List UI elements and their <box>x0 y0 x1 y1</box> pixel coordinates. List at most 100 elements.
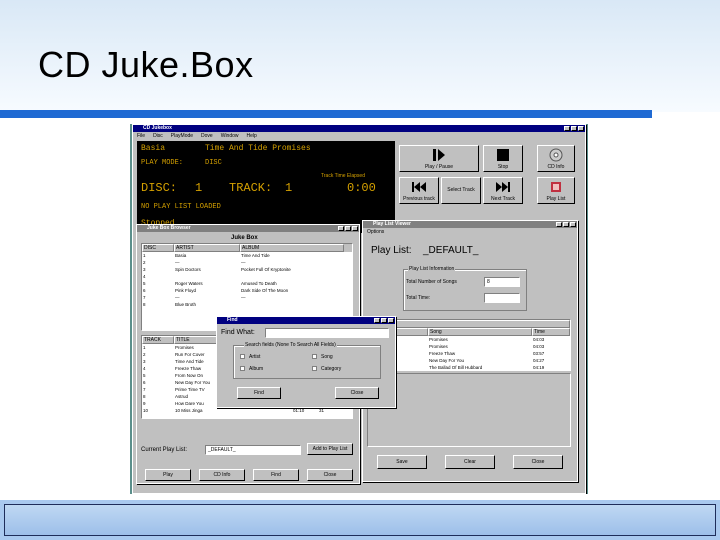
disc-row-cell: 1 <box>143 253 146 258</box>
col-info[interactable]: Information <box>368 320 570 328</box>
stop-button[interactable]: Stop <box>483 145 523 172</box>
play-list-button[interactable]: Play List <box>537 177 575 204</box>
browser-cd-info-button[interactable]: CD Info <box>199 469 245 481</box>
browser-minimize-button[interactable] <box>338 226 344 231</box>
title-underline <box>0 110 652 118</box>
find-close-btn[interactable]: Close <box>335 387 379 399</box>
disc-row[interactable]: 5 Roger Waters Amused To Death <box>142 280 352 287</box>
playlist-clear-button[interactable]: Clear <box>445 455 495 469</box>
lcd-artist: Basia <box>141 144 166 153</box>
browser-play-button[interactable]: Play <box>145 469 191 481</box>
artist-checkbox[interactable]: Artist <box>240 354 260 360</box>
browser-maximize-button[interactable] <box>345 226 351 231</box>
close-button[interactable] <box>578 126 584 131</box>
track-row-cell: 5 <box>143 373 146 378</box>
find-button[interactable]: Find <box>237 387 281 399</box>
category-checkbox[interactable]: Category <box>312 366 341 372</box>
album-check-box[interactable] <box>240 366 245 372</box>
menu-help[interactable]: Help <box>247 133 257 139</box>
playlist-row-cell: 04:03 <box>533 337 545 342</box>
disc-row[interactable]: 8 Blue Broth <box>142 301 352 308</box>
disc-row[interactable]: 2 — — <box>142 259 352 266</box>
stop-icon <box>497 149 509 161</box>
playlist-close-button[interactable] <box>570 222 576 227</box>
browser-titlebar[interactable]: Juke Box Browser <box>137 225 359 232</box>
playlist-save-button[interactable]: Save <box>377 455 427 469</box>
menu-disc[interactable]: Disc <box>153 133 163 139</box>
play-pause-button[interactable]: Play / Pause <box>399 145 479 172</box>
browser-heading: Juke Box <box>231 235 258 241</box>
find-title: Find <box>227 317 238 323</box>
disc-row[interactable]: 3 Spin Doctors Pocket Full Of Kryptonite <box>142 266 352 273</box>
menu-window[interactable]: Window <box>221 133 239 139</box>
menu-options[interactable]: Options <box>367 229 384 235</box>
disc-row-cell: 4 <box>143 274 146 279</box>
select-track-button[interactable]: Select Track <box>441 177 481 204</box>
track-row[interactable]: 10 10 Miss Jinga 01:10 31 <box>142 407 352 414</box>
playlist-row[interactable]: And TidePromises04:03 <box>368 343 570 350</box>
artist-check-box[interactable] <box>240 354 245 360</box>
find-minimize-button[interactable] <box>374 318 380 323</box>
total-songs-value: 8 <box>487 279 490 285</box>
maximize-button[interactable] <box>571 126 577 131</box>
minimize-button[interactable] <box>564 126 570 131</box>
menu-file[interactable]: File <box>137 133 145 139</box>
song-checkbox-label: Song <box>321 354 333 360</box>
playlist-heading: Play List: <box>371 245 412 256</box>
fast-forward-icon <box>496 182 510 192</box>
playlist-icon <box>551 182 561 192</box>
playlist-close-btn[interactable]: Close <box>513 455 563 469</box>
search-fields-label: Search fields (None To Search All Fields… <box>244 342 337 348</box>
previous-track-button[interactable]: Previous track <box>399 177 439 204</box>
disc-row[interactable]: 7 — — <box>142 294 352 301</box>
find-what-input[interactable] <box>265 328 389 338</box>
category-check-box[interactable] <box>312 366 317 372</box>
col-song[interactable]: Song <box>428 328 532 336</box>
cd-info-button[interactable]: CD Info <box>537 145 575 172</box>
playlist-title: Play List Viewer <box>373 221 411 227</box>
disc-row[interactable]: 1 Basia Time And Tide <box>142 252 352 259</box>
play-pause-label: Play / Pause <box>424 164 454 170</box>
playlist-row[interactable]: And TidePromises04:03 <box>368 336 570 343</box>
find-maximize-button[interactable] <box>381 318 387 323</box>
playlist-row[interactable]: And TideFreeze Thaw03:57 <box>368 350 570 357</box>
slide-footer <box>0 500 720 540</box>
playlist-row[interactable]: sed To DeathThe Ballad Of Bill Hubbard04… <box>368 364 570 371</box>
add-to-playlist-button[interactable]: Add to Play List <box>307 443 353 455</box>
menu-playmode[interactable]: PlayMode <box>171 133 193 139</box>
disc-row-cell: Pink Floyd <box>175 288 197 293</box>
playlist-maximize-button[interactable] <box>563 222 569 227</box>
find-button-label: Find <box>254 390 264 396</box>
disc-row[interactable]: 4 <box>142 273 352 280</box>
browser-close-button[interactable] <box>352 226 358 231</box>
browser-close-btn[interactable]: Close <box>307 469 353 481</box>
find-close-button[interactable] <box>388 318 394 323</box>
playlist-menubar: Options <box>363 228 577 235</box>
track-row-cell: 3 <box>143 359 146 364</box>
col-album[interactable]: ALBUM <box>240 244 344 252</box>
disc-row-cell: — <box>175 295 180 300</box>
col-artist[interactable]: ARTIST <box>174 244 240 252</box>
lcd-status-playlist: NO PLAY LIST LOADED <box>141 203 221 211</box>
next-track-button[interactable]: Next Track <box>483 177 523 204</box>
playlist-titlebar[interactable]: Play List Viewer <box>363 221 577 228</box>
find-titlebar[interactable]: Find <box>217 317 395 324</box>
browser-cd-info-label: CD Info <box>213 472 231 478</box>
playlist-row-cell: The Ballad Of Bill Hubbard <box>429 365 483 370</box>
song-check-box[interactable] <box>312 354 317 360</box>
browser-find-button[interactable]: Find <box>253 469 299 481</box>
playlist-minimize-button[interactable] <box>556 222 562 227</box>
col-time[interactable]: Time <box>532 328 570 336</box>
playlist-row[interactable]: And TideNew Day For You04:27 <box>368 357 570 364</box>
disc-row[interactable]: 6 Pink Floyd Dark Side Of The Moon <box>142 287 352 294</box>
total-time-field <box>484 293 520 303</box>
menu-dove[interactable]: Dove <box>201 133 213 139</box>
col-track[interactable]: TRACK <box>142 336 174 344</box>
song-checkbox[interactable]: Song <box>312 354 333 360</box>
find-dialog: Find Find What: Search fields (None To S… <box>216 316 396 408</box>
track-row-cell: 01:10 <box>293 408 305 413</box>
current-playlist-select[interactable]: _DEFAULT_ <box>205 445 301 455</box>
main-window-titlebar[interactable]: CD Jukebox <box>133 125 585 132</box>
album-checkbox[interactable]: Album <box>240 366 263 372</box>
col-disc[interactable]: DISC <box>142 244 174 252</box>
